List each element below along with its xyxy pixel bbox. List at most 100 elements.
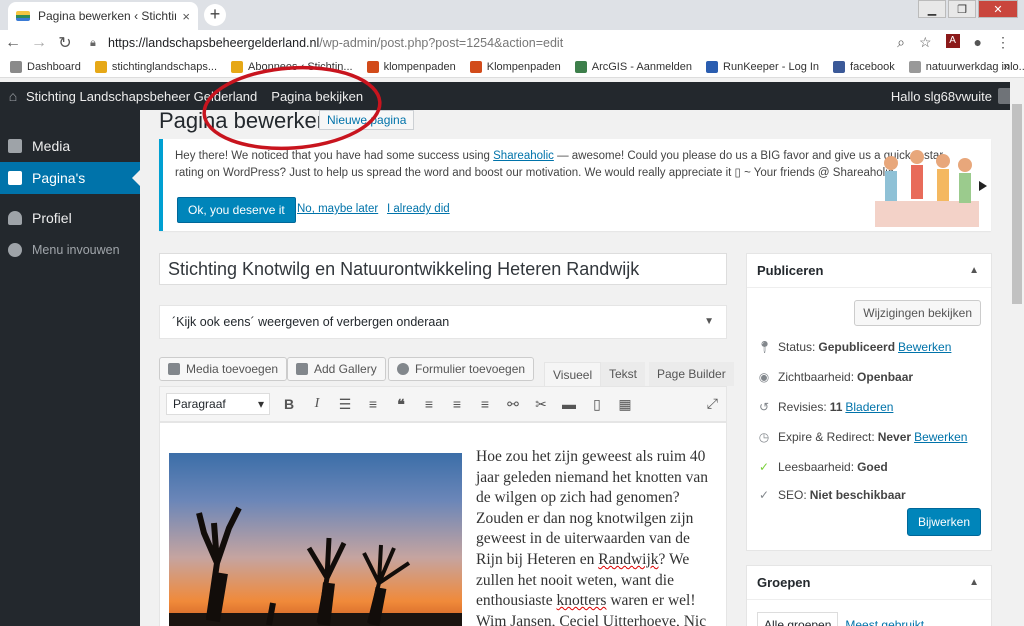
user-menu[interactable]: Hallo slg68vwuite: [891, 88, 1014, 104]
forward-icon[interactable]: →: [26, 34, 52, 52]
blockquote-icon[interactable]: ❝: [392, 396, 410, 413]
gallery-icon: [296, 363, 308, 375]
pin-icon: 📍︎: [757, 340, 773, 354]
bookmarks-more-icon[interactable]: »: [1003, 59, 1010, 73]
tab-title: Pagina bewerken ‹ Stichting Land: [38, 9, 176, 23]
post-title-input[interactable]: Stichting Knotwilg en Natuurontwikkeling…: [159, 253, 727, 285]
bookmark-favicon-icon: [574, 60, 587, 73]
publish-row: ◉ Zichtbaarheid: Openbaar: [757, 370, 916, 384]
editor-content-area[interactable]: Hoe zou het zijn geweest als ruim 40 jaa…: [159, 422, 727, 626]
numbered-list-icon[interactable]: ≡: [364, 396, 382, 412]
view-page-link[interactable]: Pagina bekijken: [271, 89, 363, 104]
publish-row-label: Leesbaarheid:: [778, 460, 855, 474]
bookmark-item[interactable]: RunKeeper - Log In: [706, 60, 819, 73]
add-form-button[interactable]: Formulier toevoegen: [388, 357, 535, 381]
bookmark-favicon-icon: [908, 60, 921, 73]
site-name-link[interactable]: Stichting Landschapsbeheer Gelderland: [26, 89, 257, 104]
bold-icon[interactable]: B: [280, 396, 298, 412]
toggle-arrow-icon[interactable]: ▼: [704, 306, 714, 338]
tab-all-groups[interactable]: Alle groepen: [757, 612, 839, 626]
bookmark-item[interactable]: stichtinglandschaps...: [94, 60, 217, 73]
publish-row-label: SEO:: [778, 488, 807, 502]
already-did-link[interactable]: I already did: [387, 203, 450, 215]
italic-icon[interactable]: I: [308, 396, 326, 412]
window-controls: ▁ ❐ ✕: [918, 0, 1018, 18]
bookmark-item[interactable]: Abonnees ‹ Stichtin...: [231, 60, 353, 73]
close-window-button[interactable]: ✕: [978, 0, 1018, 18]
add-new-page-button[interactable]: Nieuwe pagina: [319, 110, 415, 130]
toolbar-toggle-icon[interactable]: ▦: [616, 396, 634, 413]
kijk-ook-eens-box[interactable]: ´Kijk ook eens´ weergeven of verbergen o…: [159, 305, 727, 339]
align-right-icon[interactable]: ≡: [476, 396, 494, 412]
link-icon[interactable]: ⚯: [504, 396, 522, 413]
page-title: Pagina bewerken: [159, 110, 330, 133]
align-center-icon[interactable]: ≡: [448, 396, 466, 412]
tab-most-used[interactable]: Meest gebruikt: [838, 612, 931, 626]
publish-row: 📍︎ Status: Gepubliceerd Bewerken: [757, 340, 951, 354]
sidebar-item-pages[interactable]: Pagina's: [0, 162, 140, 194]
tab-visual[interactable]: Visueel: [544, 362, 602, 386]
shareaholic-link[interactable]: Shareaholic: [493, 150, 554, 162]
bookmark-item[interactable]: Klompenpaden: [469, 60, 561, 73]
fullscreen-icon[interactable]: ⤢: [707, 395, 718, 412]
publish-row-value: Niet beschikbaar: [809, 488, 906, 502]
zoom-icon[interactable]: ⌕: [897, 34, 905, 51]
account-icon[interactable]: ●: [974, 34, 982, 51]
rate-ok-button[interactable]: Ok, you deserve it: [177, 197, 296, 223]
maybe-later-link[interactable]: No, maybe later: [297, 203, 378, 215]
preview-changes-button[interactable]: Wijzigingen bekijken: [854, 300, 981, 326]
align-left-icon[interactable]: ≡: [420, 396, 438, 412]
pollard-willows-sunset-image: [169, 453, 462, 626]
lock-icon: 🔒︎: [90, 36, 96, 49]
publish-box-title[interactable]: Publiceren ▲: [747, 254, 991, 288]
bookmark-star-icon[interactable]: ☆: [919, 34, 932, 51]
tab-page-builder[interactable]: Page Builder: [649, 362, 734, 386]
unlink-icon[interactable]: ✂: [532, 396, 550, 413]
back-icon[interactable]: ←: [0, 34, 26, 52]
publish-row: ◷ Expire & Redirect: Never Bewerken: [757, 430, 968, 444]
publish-row-label: Status:: [778, 340, 816, 354]
browser-tab[interactable]: Pagina bewerken ‹ Stichting Land ×: [8, 2, 198, 30]
format-select[interactable]: Paragraaf: [166, 393, 270, 415]
media-icon: [8, 139, 22, 153]
minimize-button[interactable]: ▁: [918, 0, 946, 18]
sidebar-item-profile[interactable]: Profiel: [0, 202, 140, 234]
publish-row-edit-link[interactable]: Bewerken: [914, 430, 967, 444]
menu-icon[interactable]: ⋮: [996, 34, 1010, 51]
publish-row: ↺ Revisies: 11 Bladeren: [757, 400, 893, 414]
home-icon[interactable]: ⌂: [0, 88, 26, 104]
update-button[interactable]: Bijwerken: [906, 508, 981, 536]
bookmark-label: Abonnees ‹ Stichtin...: [248, 60, 353, 73]
add-media-button[interactable]: Media toevoegen: [159, 357, 288, 381]
add-gallery-button[interactable]: Add Gallery: [287, 357, 386, 381]
bookmark-item[interactable]: Dashboard: [10, 60, 81, 73]
bookmark-icon[interactable]: ▯: [588, 396, 606, 413]
groups-box-title[interactable]: Groepen ▲: [747, 566, 991, 600]
bookmark-item[interactable]: ArcGIS - Aanmelden: [574, 60, 692, 73]
publish-row-edit-link[interactable]: Bewerken: [898, 340, 951, 354]
address-bar[interactable]: 🔒︎ https://landschapsbeheergelderland.nl…: [90, 31, 880, 55]
post-body-text: Hoe zou het zijn geweest als ruim 40 jaa…: [476, 448, 708, 626]
scrollbar-thumb[interactable]: [1012, 104, 1022, 304]
read-more-icon[interactable]: ▬: [560, 396, 578, 412]
reload-icon[interactable]: ↻: [52, 33, 78, 53]
yoast-readability-icon: ✓: [758, 460, 770, 474]
pages-icon: [8, 171, 22, 185]
new-tab-button[interactable]: +: [204, 4, 226, 26]
sidebar-item-media[interactable]: Media: [0, 130, 140, 162]
bookmark-item[interactable]: facebook: [833, 60, 895, 73]
toggle-arrow-icon[interactable]: ▲: [969, 254, 979, 288]
tab-close-icon[interactable]: ×: [182, 9, 190, 24]
bookmark-label: Dashboard: [27, 60, 81, 73]
maximize-button[interactable]: ❐: [948, 0, 976, 18]
bookmark-favicon-icon: [231, 60, 243, 73]
bullet-list-icon[interactable]: ☰: [336, 396, 354, 413]
bookmark-item[interactable]: klompenpaden: [366, 60, 456, 73]
pdf-extension-icon[interactable]: A: [945, 34, 960, 48]
page-scrollbar[interactable]: [1010, 78, 1024, 626]
publish-row-edit-link[interactable]: Bladeren: [845, 400, 893, 414]
collapse-menu-button[interactable]: Menu invouwen: [0, 234, 140, 266]
bookmark-label: klompenpaden: [383, 60, 456, 73]
toggle-arrow-icon[interactable]: ▲: [969, 566, 979, 600]
tab-text[interactable]: Tekst: [601, 362, 646, 386]
